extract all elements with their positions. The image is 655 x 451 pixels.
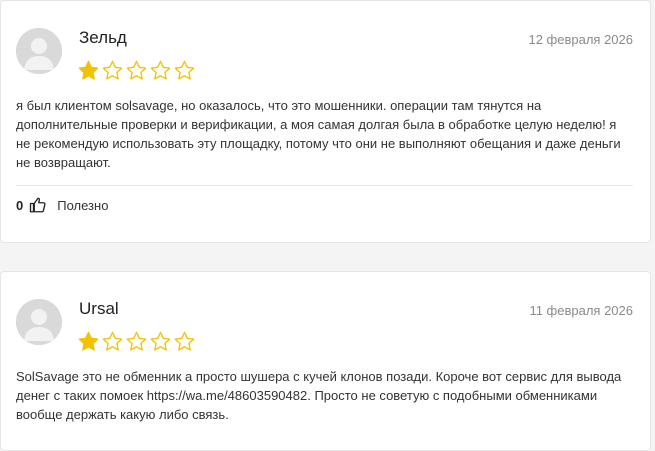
avatar <box>16 299 62 345</box>
review-author: Ursal <box>79 299 119 318</box>
star-empty-icon <box>150 60 171 80</box>
star-empty-icon <box>102 60 123 80</box>
star-empty-icon <box>126 60 147 80</box>
user-silhouette-icon <box>16 28 62 74</box>
star-empty-icon <box>174 331 195 351</box>
review-author: Зельд <box>79 28 127 47</box>
thumbs-up-icon[interactable] <box>29 196 47 214</box>
review-date: 12 февраля 2026 <box>528 32 633 47</box>
avatar <box>16 28 62 74</box>
review-text: я был клиентом solsavage, но оказалось, … <box>16 98 621 170</box>
review-card: Ursal 11 февраля 2026 SolSavage это не о… <box>0 271 651 451</box>
star-rating <box>77 330 196 353</box>
star-empty-icon <box>102 331 123 351</box>
star-rating <box>77 59 196 82</box>
helpful-button[interactable]: Полезно <box>57 198 108 213</box>
star-empty-icon <box>174 60 195 80</box>
user-silhouette-icon <box>16 299 62 345</box>
star-filled-icon <box>78 60 99 80</box>
review-link[interactable]: https://wa.me/48603590482 <box>147 388 307 403</box>
star-empty-icon <box>150 331 171 351</box>
star-filled-icon <box>78 331 99 351</box>
review-footer: 0 Полезно <box>16 196 108 214</box>
star-empty-icon <box>126 331 147 351</box>
review-card: Зельд 12 февраля 2026 я был клиентом sol… <box>0 0 651 243</box>
review-date: 11 февраля 2026 <box>529 303 633 318</box>
review-text: SolSavage это не обменник а просто шушер… <box>16 367 630 424</box>
helpful-count: 0 <box>16 197 24 213</box>
divider <box>16 185 633 186</box>
